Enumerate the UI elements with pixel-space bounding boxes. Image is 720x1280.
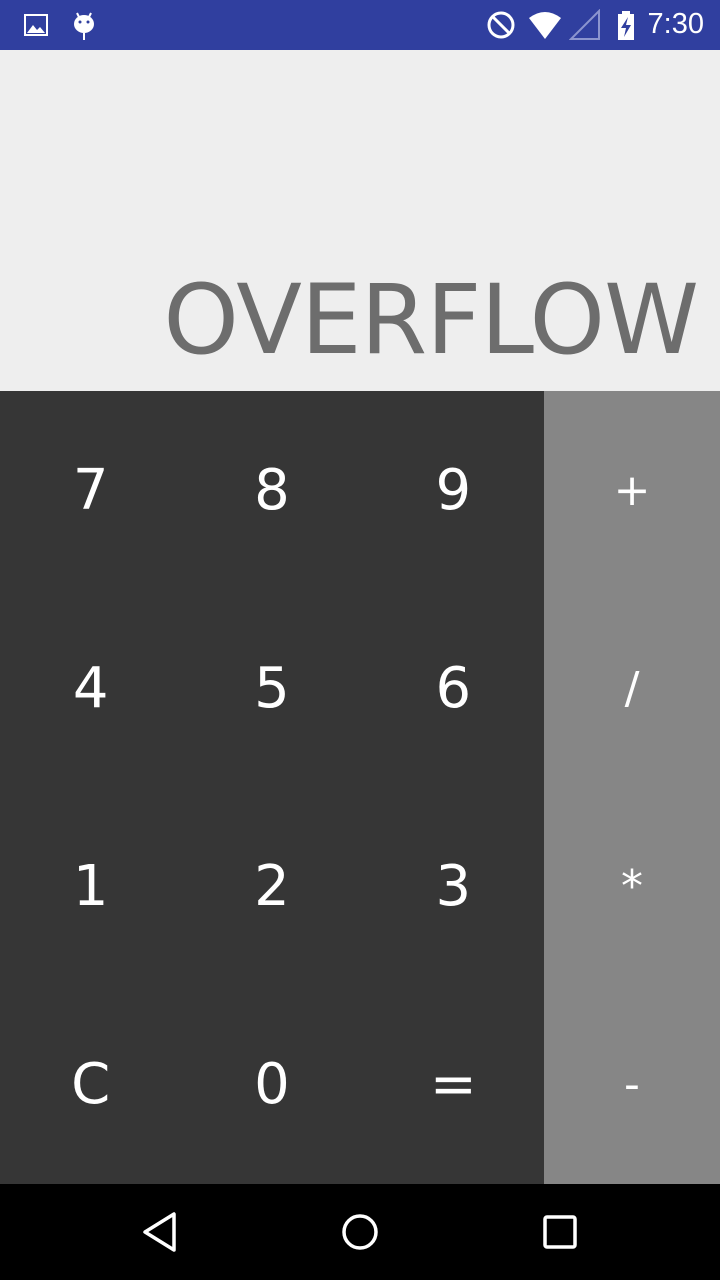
key-8-button[interactable]: 8 [181, 391, 362, 589]
key-2-button[interactable]: 2 [181, 788, 362, 986]
wifi-icon [529, 12, 561, 39]
key-7-button[interactable]: 7 [0, 391, 181, 589]
key-3-button[interactable]: 3 [363, 788, 544, 986]
signal-icon [569, 9, 600, 40]
key-1-button[interactable]: 1 [0, 788, 181, 986]
image-icon [24, 14, 48, 36]
result-text: OVERFLOW [163, 264, 699, 376]
multiply-button[interactable]: * [544, 788, 720, 986]
key-9-button[interactable]: 9 [363, 391, 544, 589]
navigation-bar [0, 1184, 720, 1280]
key-4-button[interactable]: 4 [0, 589, 181, 787]
equals-button[interactable]: = [363, 986, 544, 1184]
subtract-button[interactable]: - [544, 986, 720, 1184]
divide-button[interactable]: / [544, 589, 720, 787]
do-not-disturb-icon [487, 11, 515, 39]
android-debug-icon [74, 12, 94, 40]
status-time: 7:30 [647, 8, 704, 40]
status-bar: 7:30 [0, 0, 720, 50]
battery-charging-icon [618, 11, 634, 40]
key-5-button[interactable]: 5 [181, 589, 362, 787]
clear-button[interactable]: C [0, 986, 181, 1184]
numeric-keypad: 7 8 9 4 5 6 1 2 3 C 0 = [0, 391, 544, 1184]
add-button[interactable]: + [544, 391, 720, 589]
home-icon[interactable] [336, 1208, 384, 1256]
recents-icon[interactable] [536, 1208, 584, 1256]
key-6-button[interactable]: 6 [363, 589, 544, 787]
key-0-button[interactable]: 0 [181, 986, 362, 1184]
result-display: OVERFLOW [0, 50, 720, 391]
operator-panel: + / * - [544, 391, 720, 1184]
back-icon[interactable] [136, 1208, 184, 1256]
